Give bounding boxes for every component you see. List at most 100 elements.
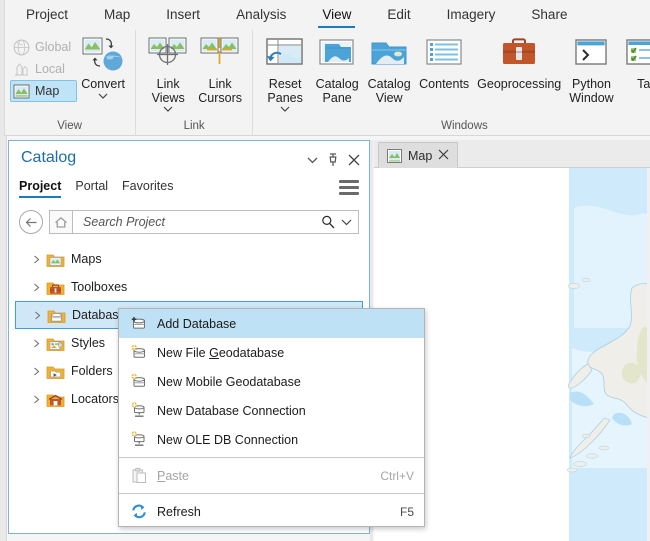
catalog-view-icon	[369, 36, 409, 76]
chevron-down-icon[interactable]	[98, 92, 108, 101]
ribbon-button-label: Map	[35, 84, 59, 98]
ribbon-button-label: Global	[35, 40, 71, 54]
tree-item-maps[interactable]: Maps	[15, 245, 363, 273]
ribbon-tab-map[interactable]: Map	[86, 1, 148, 29]
maps-folder-icon	[45, 250, 65, 268]
menu-separator	[119, 493, 424, 494]
ribbon-button-convert[interactable]: Convert	[77, 34, 129, 103]
ribbon-button-label: Local	[35, 62, 65, 76]
new-database-connection-icon	[127, 400, 151, 422]
ribbon-button-label: Python Window	[569, 78, 613, 105]
hamburger-menu-icon[interactable]	[339, 180, 359, 195]
chevron-down-icon[interactable]	[280, 105, 290, 114]
map-tab[interactable]: Map	[378, 142, 458, 168]
locators-folder-icon	[45, 390, 65, 408]
local-scene-icon	[13, 61, 30, 78]
tree-item-label: Locators	[71, 392, 119, 406]
menu-item-label: New File Geodatabase	[157, 346, 414, 360]
ribbon-button-label: Link Cursors	[198, 78, 242, 105]
expand-arrow-icon[interactable]	[29, 252, 43, 266]
close-icon[interactable]	[345, 151, 363, 169]
menu-item-new-file-geodatabase[interactable]: New File Geodatabase	[119, 338, 424, 367]
ribbon-button-global: Global	[10, 36, 77, 58]
menu-item-label: Paste	[157, 469, 364, 483]
menu-item-new-mobile-geodatabase[interactable]: New Mobile Geodatabase	[119, 367, 424, 396]
catalog-search-row	[19, 209, 359, 235]
ribbon: ProjectMapInsertAnalysisViewEditImageryS…	[0, 0, 650, 136]
menu-item-label: Refresh	[157, 505, 384, 519]
ribbon-button-catalog-pane[interactable]: Catalog Pane	[311, 34, 363, 107]
ribbon-tab-view[interactable]: View	[304, 1, 369, 29]
ribbon-button-label: Catalog Pane	[316, 78, 359, 105]
ribbon-tab-insert[interactable]: Insert	[148, 1, 218, 29]
expand-arrow-icon[interactable]	[30, 308, 44, 322]
ribbon-button-label: Catalog View	[368, 78, 411, 105]
chevron-down-icon[interactable]	[341, 218, 352, 226]
ribbon-button-label: Ta	[637, 78, 650, 92]
pane-dropdown-icon[interactable]	[303, 151, 321, 169]
tree-item-toolboxes[interactable]: Toolboxes	[15, 273, 363, 301]
tree-item-label: Styles	[71, 336, 105, 350]
link-cursors-icon	[200, 36, 240, 76]
back-arrow-icon[interactable]	[19, 210, 43, 234]
tree-item-label: Folders	[71, 364, 113, 378]
ribbon-tab-share[interactable]: Share	[513, 1, 585, 29]
menu-item-shortcut: F5	[400, 505, 414, 519]
ribbon-button-contents[interactable]: Contents	[415, 34, 473, 94]
ribbon-button-geoprocessing[interactable]: Geoprocessing	[473, 34, 565, 94]
ribbon-group-link: Link ViewsLink Cursors Link	[135, 30, 252, 136]
ribbon-group-label: View	[4, 120, 135, 132]
home-icon[interactable]	[49, 210, 73, 234]
menu-item-label: New Database Connection	[157, 404, 414, 418]
ribbon-tab-project[interactable]: Project	[8, 1, 86, 29]
catalog-tab-project[interactable]: Project	[19, 179, 61, 198]
search-input-wrapper[interactable]	[72, 210, 359, 234]
search-input[interactable]	[81, 214, 315, 230]
pin-icon[interactable]	[324, 151, 342, 169]
ribbon-button-python-window[interactable]: Python Window	[565, 34, 617, 107]
map-tab-bar: Map	[374, 140, 650, 168]
expand-arrow-icon[interactable]	[29, 364, 43, 378]
ribbon-tab-edit[interactable]: Edit	[369, 1, 428, 29]
convert-icon	[82, 36, 124, 76]
map-tab-icon	[387, 149, 402, 163]
ribbon-tab-imagery[interactable]: Imagery	[429, 1, 514, 29]
context-menu: Add Database New File Geodatabase New Mobi…	[118, 308, 425, 527]
expand-arrow-icon[interactable]	[29, 280, 43, 294]
menu-item-label: New Mobile Geodatabase	[157, 375, 414, 389]
search-icon[interactable]	[321, 215, 335, 229]
catalog-tab-bar: Project Portal Favorites	[19, 179, 173, 198]
toolboxes-folder-icon	[45, 278, 65, 296]
menu-item-new-ole-db-connection[interactable]: New OLE DB Connection	[119, 425, 424, 454]
close-icon[interactable]	[438, 148, 449, 163]
menu-item-refresh[interactable]: Refresh F5	[119, 497, 424, 526]
catalog-tab-favorites[interactable]: Favorites	[122, 179, 173, 198]
menu-item-new-database-connection[interactable]: New Database Connection	[119, 396, 424, 425]
expand-arrow-icon[interactable]	[29, 392, 43, 406]
ribbon-group-windows: Reset PanesCatalog Pane Catalog View Conte…	[252, 30, 650, 136]
arcgis-pro-window: ProjectMapInsertAnalysisViewEditImageryS…	[0, 0, 650, 541]
chevron-down-icon[interactable]	[163, 105, 173, 114]
menu-item-add-database[interactable]: Add Database	[119, 309, 424, 338]
ribbon-group-view: Global Local Map Convert View	[4, 30, 135, 136]
ribbon-button-label: Contents	[419, 78, 469, 92]
ribbon-button-ta[interactable]: Ta	[618, 34, 650, 94]
expand-arrow-icon[interactable]	[29, 336, 43, 350]
reset-panes-icon	[265, 36, 305, 76]
ribbon-button-catalog-view[interactable]: Catalog View	[363, 34, 415, 107]
paste-icon	[127, 465, 151, 487]
new-ole-db-connection-icon	[127, 429, 151, 451]
ribbon-button-local: Local	[10, 58, 77, 80]
catalog-tab-portal[interactable]: Portal	[75, 179, 108, 198]
ribbon-button-link-views[interactable]: Link Views	[142, 34, 194, 116]
contents-icon	[424, 36, 464, 76]
ribbon-group-label: Link	[136, 120, 252, 132]
globe-icon	[13, 39, 30, 56]
ribbon-button-label: Convert	[81, 78, 125, 92]
ribbon-small-button-column: Global Local Map	[10, 34, 77, 102]
ribbon-tab-analysis[interactable]: Analysis	[218, 1, 304, 29]
ribbon-button-reset-panes[interactable]: Reset Panes	[259, 34, 311, 116]
ribbon-button-map[interactable]: Map	[10, 80, 77, 102]
geoprocessing-toolbox-icon	[499, 36, 539, 76]
ribbon-button-link-cursors[interactable]: Link Cursors	[194, 34, 246, 107]
